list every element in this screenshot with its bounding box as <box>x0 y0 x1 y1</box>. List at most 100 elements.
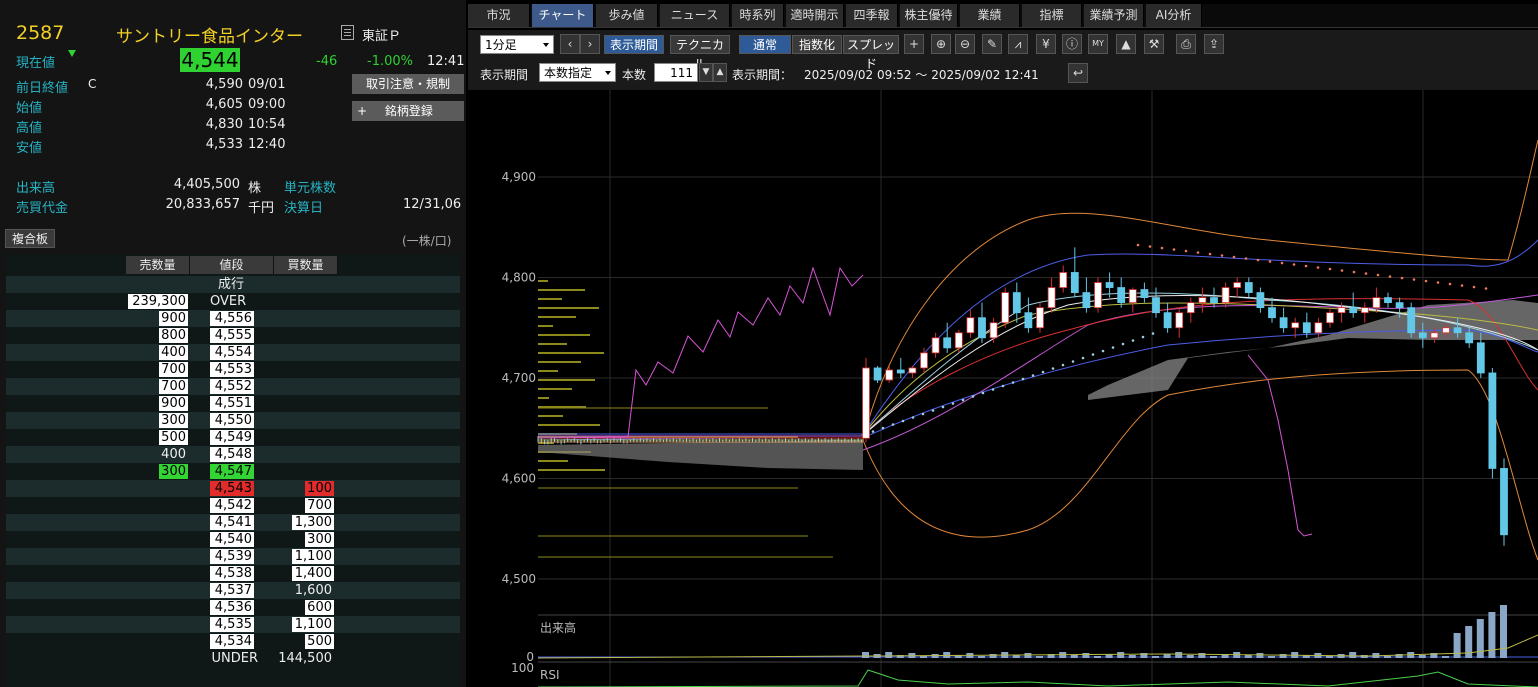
next-arrow-icon[interactable]: › <box>580 34 600 54</box>
bid-price[interactable]: 4,540 <box>210 532 254 547</box>
bid-price[interactable]: 4,543 <box>210 481 254 496</box>
ask-qty[interactable]: 700 <box>159 379 188 394</box>
count-up-icon[interactable]: ▲ <box>713 63 727 82</box>
bid-price[interactable]: 4,542 <box>210 498 254 513</box>
bid-qty[interactable]: 1,100 <box>292 617 334 632</box>
ask-qty[interactable]: 400 <box>159 447 188 462</box>
ask-price[interactable]: 4,555 <box>210 328 254 343</box>
tab-6[interactable]: 四季報 <box>846 4 898 27</box>
crosshair-icon[interactable]: + <box>904 34 924 54</box>
bid-qty[interactable]: 700 <box>305 498 334 513</box>
market-order-label[interactable]: 成行 <box>190 277 274 292</box>
ask-price[interactable]: 4,553 <box>210 362 254 377</box>
bid-price[interactable]: 4,538 <box>210 566 254 581</box>
price-change-pct: -1.00% <box>367 54 413 69</box>
ask-qty[interactable]: 300 <box>159 464 188 479</box>
ask-qty[interactable]: 900 <box>159 396 188 411</box>
normal-button[interactable]: 通常 <box>739 35 791 54</box>
trade-notice-button[interactable]: 取引注意・規制 <box>352 74 464 94</box>
tab-9[interactable]: 指標 <box>1022 4 1082 27</box>
price-chart[interactable]: 4,900 4,800 4,700 4,600 4,500 出来高 0 100 RSI <box>468 90 1538 687</box>
over-qty[interactable]: 239,300 <box>128 294 188 309</box>
ask-row: 300 4,550 <box>6 412 460 429</box>
bid-price[interactable]: 4,541 <box>210 515 254 530</box>
period-mode-select[interactable]: 本数指定 <box>539 63 616 82</box>
bid-qty[interactable]: 100 <box>305 481 334 496</box>
bid-qty[interactable]: 1,100 <box>292 549 334 564</box>
volume-bar <box>1070 655 1078 658</box>
interval-select[interactable]: 1分足 <box>480 35 554 54</box>
tab-11[interactable]: AI分析 <box>1146 4 1202 27</box>
count-input[interactable]: 111 <box>654 63 698 82</box>
bid-qty[interactable]: 300 <box>305 532 334 547</box>
order-book: 売数量 値段 買数量 成行 239,300 OVER 900 4,556 800 4,555… <box>6 254 460 687</box>
zoom-in-icon[interactable]: ⊕ <box>931 34 951 54</box>
indexed-button[interactable]: 指数化 <box>792 35 842 54</box>
bid-qty[interactable]: 600 <box>305 600 334 615</box>
wrench-icon[interactable]: ⚒ <box>1144 34 1164 54</box>
tab-3[interactable]: ニュース <box>660 4 730 27</box>
candle-body <box>966 317 975 334</box>
bid-price[interactable]: 4,536 <box>210 600 254 615</box>
volume-profile-icon[interactable]: ▲ <box>1116 34 1136 54</box>
sar-dot <box>1484 287 1488 290</box>
ask-price[interactable]: 4,551 <box>210 396 254 411</box>
ask-price[interactable]: 4,549 <box>210 430 254 445</box>
volume-bar <box>1152 656 1159 658</box>
bid-qty[interactable]: 1,600 <box>292 583 334 598</box>
trend-icon[interactable]: ⩘ <box>1008 34 1028 54</box>
prev-arrow-icon[interactable]: ‹ <box>560 34 580 54</box>
zoom-out-icon[interactable]: ⊖ <box>955 34 975 54</box>
current-time: 12:41 <box>427 54 465 69</box>
ask-price[interactable]: 4,552 <box>210 379 254 394</box>
ask-price[interactable]: 4,554 <box>210 345 254 360</box>
bid-price[interactable]: 4,539 <box>210 549 254 564</box>
ask-price[interactable]: 4,547 <box>210 464 254 479</box>
ask-qty[interactable]: 400 <box>159 345 188 360</box>
ask-qty[interactable]: 300 <box>159 413 188 428</box>
bid-price[interactable]: 4,537 <box>210 583 254 598</box>
bid-row: 4,539 1,100 <box>6 548 460 565</box>
quote-panel: 2587 サントリー食品インター 東証Ｐ 現在値 4,544 -46 -1.00… <box>0 0 466 687</box>
technical-button[interactable]: テクニカル <box>670 35 730 71</box>
count-down-icon[interactable]: ▼ <box>699 63 713 82</box>
tab-8[interactable]: 業績 <box>960 4 1020 27</box>
tab-0[interactable]: 市況 <box>468 4 530 27</box>
export-icon[interactable]: ⇪ <box>1204 34 1224 54</box>
bid-qty[interactable]: 1,300 <box>292 515 334 530</box>
tab-5[interactable]: 適時開示 <box>786 4 844 27</box>
over-label[interactable]: OVER <box>210 294 254 309</box>
tab-1[interactable]: チャート <box>532 4 594 27</box>
register-button[interactable]: + 銘柄登録 <box>352 101 464 121</box>
ask-qty[interactable]: 800 <box>159 328 188 343</box>
yen-icon[interactable]: ¥ <box>1036 34 1056 54</box>
ask-qty[interactable]: 900 <box>159 311 188 326</box>
return-icon[interactable]: ↩ <box>1068 63 1088 83</box>
under-qty[interactable]: 144,500 <box>274 651 334 666</box>
volume-bar <box>1442 656 1449 658</box>
my-icon[interactable]: MY <box>1088 34 1108 54</box>
tab-10[interactable]: 業績予測 <box>1084 4 1144 27</box>
document-icon[interactable] <box>341 25 354 40</box>
ask-price[interactable]: 4,548 <box>210 447 254 462</box>
tab-4[interactable]: 時系列 <box>732 4 784 27</box>
tab-2[interactable]: 歩み値 <box>596 4 658 27</box>
bid-price[interactable]: 4,535 <box>210 617 254 632</box>
sar-dot <box>1111 346 1115 349</box>
volume-bar <box>978 656 985 658</box>
ask-price[interactable]: 4,550 <box>210 413 254 428</box>
pencil-icon[interactable]: ✎ <box>982 34 1002 54</box>
bid-qty[interactable]: 1,400 <box>292 566 334 581</box>
display-period-button[interactable]: 表示期間 <box>604 35 664 54</box>
ask-price[interactable]: 4,556 <box>210 311 254 326</box>
ask-qty[interactable]: 700 <box>159 362 188 377</box>
spread-button[interactable]: スプレッド <box>843 35 899 71</box>
tab-7[interactable]: 株主優待 <box>900 4 958 27</box>
bid-qty[interactable]: 500 <box>305 634 334 649</box>
bid-price[interactable]: 4,534 <box>210 634 254 649</box>
under-label[interactable]: UNDER <box>206 651 260 666</box>
info-icon[interactable]: ⓘ <box>1062 34 1082 54</box>
print-icon[interactable]: ⎙ <box>1176 34 1196 54</box>
board-title-button[interactable]: 複合板 <box>5 229 55 248</box>
ask-qty[interactable]: 500 <box>159 430 188 445</box>
